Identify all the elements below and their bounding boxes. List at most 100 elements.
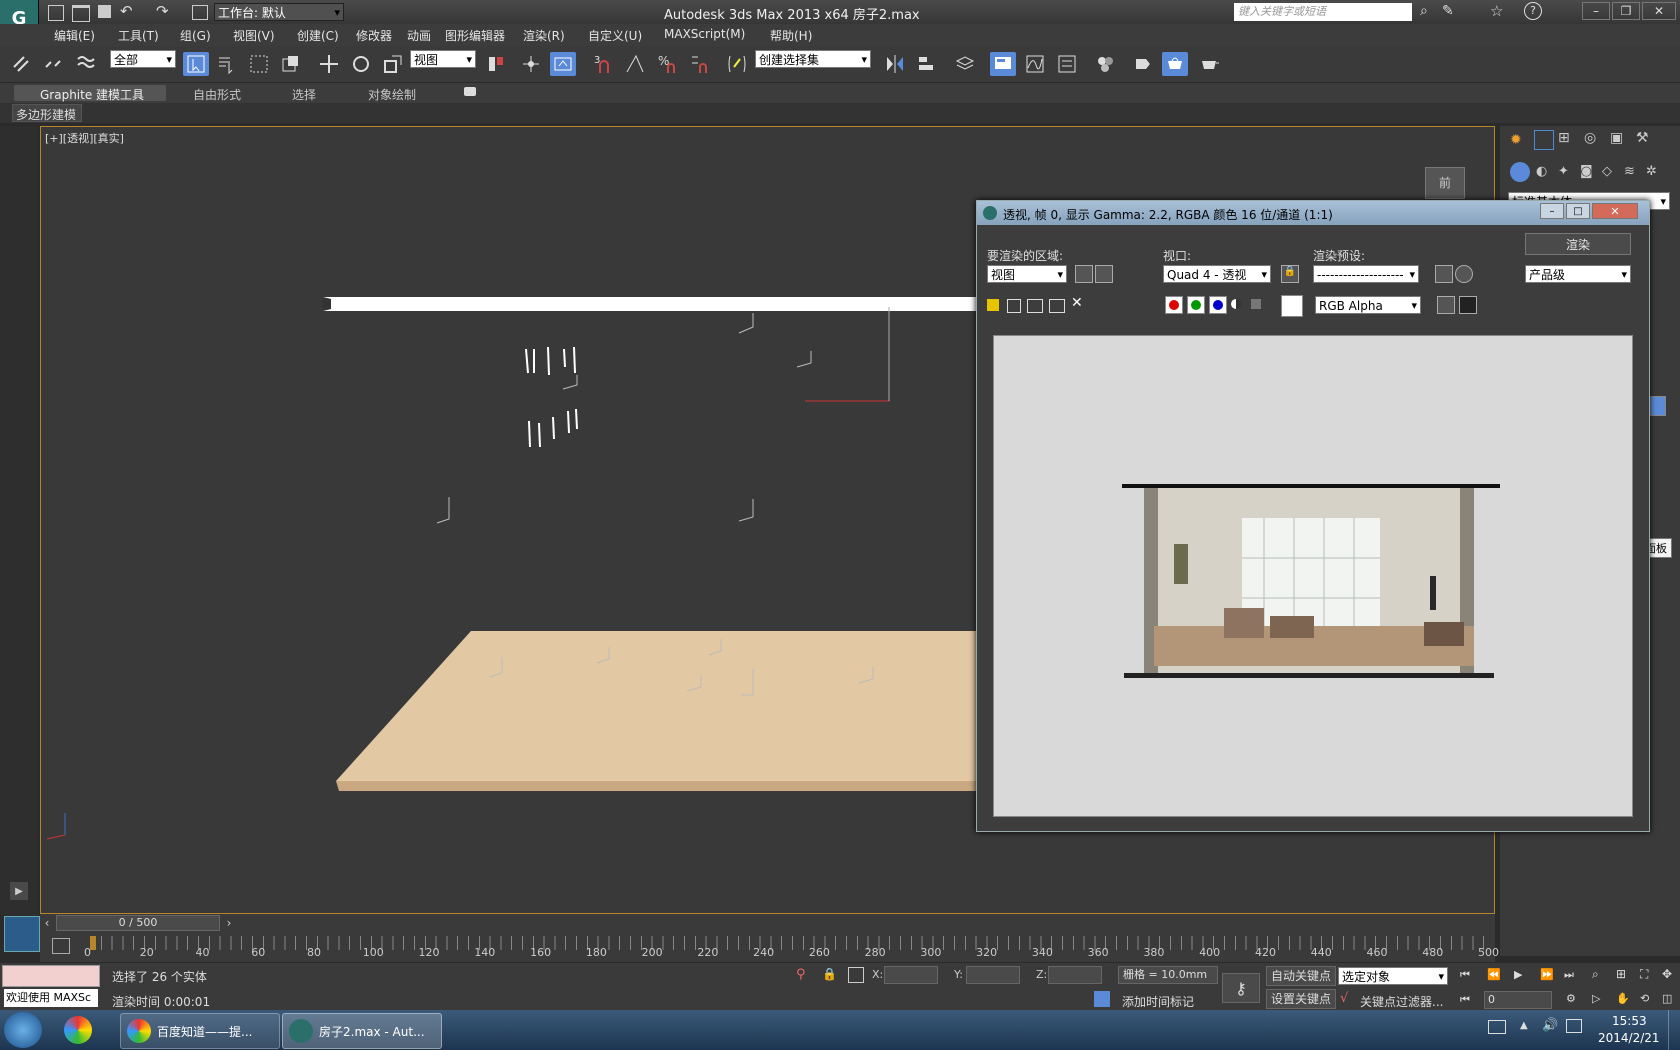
reference-coord-dropdown[interactable]: 视图: [410, 50, 476, 69]
key-mode-icon[interactable]: ⏮: [1460, 993, 1470, 1007]
render-button[interactable]: 渲染: [1525, 233, 1631, 255]
preset-dropdown[interactable]: --------------------: [1313, 265, 1419, 284]
restore-button[interactable]: ❐: [1612, 2, 1640, 20]
render-window-maximize-button[interactable]: □: [1566, 203, 1590, 219]
helpers-icon[interactable]: ◇: [1602, 164, 1612, 179]
new-file-icon[interactable]: [48, 5, 64, 21]
menu-create[interactable]: 创建(C): [297, 27, 339, 44]
material-editor-icon[interactable]: [1092, 52, 1118, 76]
walk-through-icon[interactable]: ✋: [1616, 992, 1630, 1005]
area-dropdown[interactable]: 视图: [987, 265, 1067, 284]
binoculars-icon[interactable]: ⌕: [1420, 3, 1428, 19]
snap-toggle-icon[interactable]: 3: [590, 52, 616, 76]
selection-lock-icon[interactable]: 🔒: [822, 967, 837, 981]
maxscript-listener[interactable]: [2, 965, 100, 987]
viewport-dropdown[interactable]: Quad 4 - 透视: [1163, 265, 1271, 284]
menu-maxscript[interactable]: MAXScript(M): [664, 27, 745, 41]
render-canvas[interactable]: [993, 335, 1633, 817]
keyboard-shortcut-override-icon[interactable]: [550, 52, 576, 76]
clock-date[interactable]: 2014/2/21: [1598, 1031, 1660, 1045]
spinner-snap-icon[interactable]: [686, 52, 712, 76]
set-key-button[interactable]: 设置关键点: [1266, 989, 1336, 1009]
alpha-channel-icon[interactable]: [1231, 299, 1241, 309]
edit-region-icon[interactable]: [1075, 265, 1093, 283]
menu-views[interactable]: 视图(V): [233, 27, 275, 44]
welcome-text[interactable]: 欢迎使用 MAXSc: [4, 989, 98, 1007]
auto-region-icon[interactable]: [1095, 265, 1113, 283]
utilities-tab-icon[interactable]: ⚒: [1636, 130, 1649, 146]
render-window-minimize-button[interactable]: –: [1540, 203, 1564, 219]
play-icon[interactable]: ▶: [1514, 968, 1522, 981]
menu-customize[interactable]: 自定义(U): [588, 27, 642, 44]
rendered-frame-window-icon[interactable]: [1162, 52, 1188, 76]
shapes-icon[interactable]: ◐: [1536, 164, 1547, 179]
systems-icon[interactable]: ✲: [1646, 164, 1657, 179]
percent-snap-icon[interactable]: %: [654, 52, 680, 76]
unlink-icon[interactable]: [40, 52, 66, 76]
auto-key-button[interactable]: 自动关键点: [1266, 966, 1336, 986]
z-coord-field[interactable]: [1048, 966, 1102, 984]
edit-named-selection-icon[interactable]: [724, 52, 750, 76]
curve-editor-open-icon[interactable]: [52, 938, 70, 954]
rotate-icon[interactable]: [348, 52, 374, 76]
render-window-close-button[interactable]: ✕: [1592, 203, 1638, 219]
current-frame-field[interactable]: 0: [1484, 991, 1552, 1009]
open-file-icon[interactable]: [72, 5, 90, 22]
go-to-end-icon[interactable]: ⏭: [1564, 968, 1574, 982]
prev-frame-icon[interactable]: ⏪: [1487, 968, 1501, 981]
star-icon[interactable]: ☆: [1490, 2, 1503, 20]
search-input[interactable]: 键入关键字或短语: [1234, 3, 1412, 21]
time-tag-icon[interactable]: [1094, 991, 1110, 1007]
menu-tools[interactable]: 工具(T): [118, 27, 159, 44]
set-key-mode-icon[interactable]: ⚷: [1222, 973, 1260, 1003]
red-channel-icon[interactable]: [1165, 296, 1183, 314]
help-icon[interactable]: ?: [1524, 2, 1542, 20]
lights-icon[interactable]: ✦: [1558, 164, 1569, 179]
pan-icon[interactable]: ✥: [1662, 967, 1672, 981]
volume-icon[interactable]: 🔊: [1542, 1018, 1558, 1033]
fov-icon[interactable]: ▷: [1592, 992, 1600, 1005]
menu-edit[interactable]: 编辑(E): [54, 27, 95, 44]
blue-channel-icon[interactable]: [1209, 296, 1227, 314]
selection-set-dropdown[interactable]: 选定对象: [1338, 967, 1448, 986]
monochrome-icon[interactable]: [1251, 299, 1261, 309]
background-color-swatch[interactable]: [1281, 295, 1303, 317]
save-image-icon[interactable]: [987, 299, 999, 311]
go-to-start-icon[interactable]: ⏮: [1460, 968, 1470, 982]
selection-filter-dropdown[interactable]: 全部: [110, 50, 176, 69]
pinned-app-icon[interactable]: [64, 1016, 92, 1044]
menu-group[interactable]: 组(G): [180, 27, 211, 44]
cameras-icon[interactable]: ◙: [1580, 164, 1593, 179]
x-coord-field[interactable]: [884, 966, 938, 984]
time-config-icon[interactable]: ⚙: [1566, 992, 1576, 1005]
toggle-ui-icon[interactable]: [1459, 296, 1477, 314]
environment-icon[interactable]: [1455, 265, 1473, 283]
scale-icon[interactable]: [380, 52, 406, 76]
tab-freeform[interactable]: 自由形式: [193, 86, 241, 103]
bind-spacewarp-icon[interactable]: [74, 52, 100, 76]
taskbar-item-3dsmax[interactable]: 房子2.max - Aut...: [282, 1013, 442, 1049]
display-tab-icon[interactable]: ▣: [1610, 130, 1623, 146]
undo-icon[interactable]: ↶: [120, 2, 133, 20]
quality-dropdown[interactable]: 产品级: [1525, 265, 1631, 284]
next-frame-icon[interactable]: ⏩: [1540, 968, 1554, 981]
menu-animation[interactable]: 动画: [407, 27, 431, 44]
render-window-titlebar[interactable]: 透视, 帧 0, 显示 Gamma: 2.2, RGBA 颜色 16 位/通道 …: [977, 201, 1649, 225]
taskbar-item-browser[interactable]: 百度知道——提...: [120, 1013, 280, 1049]
green-channel-icon[interactable]: [1187, 296, 1205, 314]
spacewarps-icon[interactable]: ≋: [1624, 164, 1635, 179]
orbit-icon[interactable]: ⟲: [1640, 992, 1649, 1005]
y-coord-field[interactable]: [966, 966, 1020, 984]
clone-window-icon[interactable]: [1027, 299, 1043, 313]
start-button[interactable]: [4, 1012, 42, 1048]
curve-editor-icon[interactable]: [1022, 52, 1048, 76]
hierarchy-tab-icon[interactable]: ⊞: [1558, 130, 1570, 146]
schematic-view-icon[interactable]: [1054, 52, 1080, 76]
menu-help[interactable]: 帮助(H): [770, 27, 812, 44]
render-setup-icon[interactable]: [1130, 52, 1156, 76]
keyboard-icon[interactable]: [1488, 1020, 1506, 1034]
track-bar[interactable]: 0 20 40 60 80 100 120 140 160 180 200 220 240 260 280 3…: [40, 932, 1499, 962]
menu-graph-editors[interactable]: 图形编辑器: [445, 27, 505, 44]
network-icon[interactable]: [1566, 1019, 1582, 1033]
maximize-viewport-icon[interactable]: ⛶: [1640, 967, 1648, 982]
